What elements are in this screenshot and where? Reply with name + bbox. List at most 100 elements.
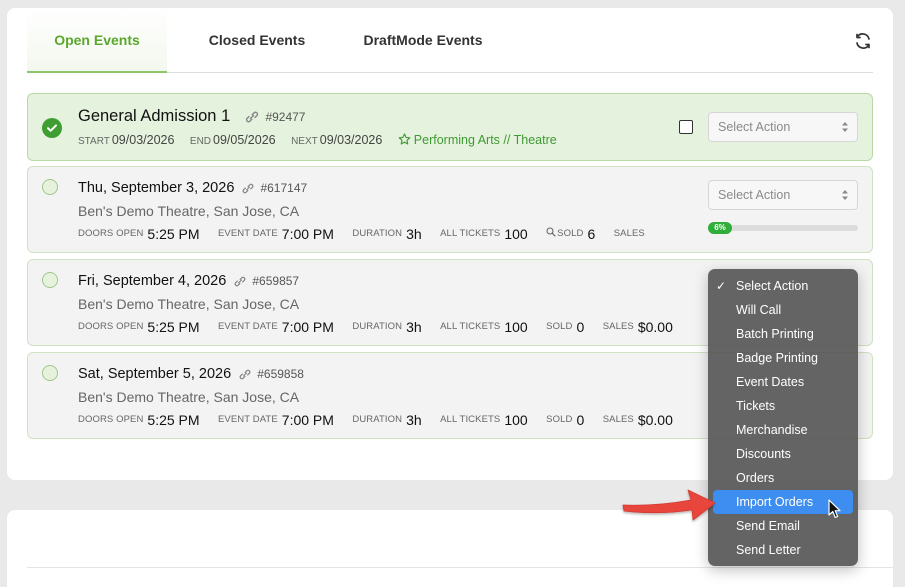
sales-label: SALES [602, 321, 634, 332]
event-date-title[interactable]: Fri, September 4, 2026 [78, 273, 226, 289]
event-title: Thu, September 3, 2026 #617147 [78, 180, 307, 196]
tab-draftmode-events[interactable]: DraftMode Events [347, 8, 499, 73]
event-row[interactable]: Thu, September 3, 2026 #617147 Ben's Dem… [27, 166, 873, 253]
menu-item-merchandise[interactable]: Merchandise [713, 418, 853, 442]
menu-item-will-call[interactable]: Will Call [713, 298, 853, 322]
event-select-radio[interactable] [42, 365, 58, 381]
duration-label: DURATION [352, 228, 403, 239]
duration-value: 3h [406, 226, 422, 242]
sales-label: SALES [602, 414, 634, 425]
tab-closed-events[interactable]: Closed Events [187, 8, 327, 73]
event-stats: DOORS OPEN 5:25 PM EVENT DATE 7:00 PM DURA… [78, 319, 687, 337]
event-venue: Ben's Demo Theatre, San Jose, CA [78, 203, 300, 219]
duration-value: 3h [406, 412, 422, 428]
sold-label: SOLD [546, 321, 573, 332]
doors-open-value: 5:25 PM [147, 319, 200, 335]
sales-progress-bar: 6% [708, 222, 858, 234]
sold-value: 0 [576, 412, 585, 428]
event-group-header: General Admission 1 #92477 START 09/03/20… [27, 93, 873, 161]
event-date-label: EVENT DATE [218, 414, 278, 425]
sales-value: $0.00 [637, 412, 673, 428]
menu-item-batch-printing[interactable]: Batch Printing [713, 322, 853, 346]
event-date-title[interactable]: Thu, September 3, 2026 [78, 180, 234, 196]
event-category: Performing Arts // Theatre [398, 133, 557, 147]
menu-item-discounts[interactable]: Discounts [713, 442, 853, 466]
event-date-label: EVENT DATE [218, 321, 278, 332]
event-group-name[interactable]: General Admission 1 [78, 107, 230, 125]
link-icon[interactable] [240, 182, 256, 195]
event-category-label: Performing Arts // Theatre [413, 133, 557, 147]
group-action-select[interactable]: Select Action [708, 112, 858, 142]
divider [27, 567, 893, 568]
mouse-cursor-icon [828, 499, 841, 519]
event-select-radio[interactable] [42, 179, 58, 195]
all-tickets-label: ALL TICKETS [440, 414, 501, 425]
doors-open-label: DOORS OPEN [78, 228, 144, 239]
event-date-value: 7:00 PM [281, 319, 334, 335]
all-tickets-value: 100 [504, 319, 528, 335]
event-id: #659857 [252, 274, 300, 288]
sold-label: SOLD [557, 228, 584, 239]
event-group-dates: START 09/03/2026 END 09/05/2026 NEXT 09/03/… [78, 133, 557, 147]
doors-open-value: 5:25 PM [147, 226, 200, 242]
start-label: START [78, 136, 110, 147]
menu-item-tickets[interactable]: Tickets [713, 394, 853, 418]
star-icon [398, 133, 411, 145]
link-icon[interactable] [243, 110, 261, 124]
all-tickets-label: ALL TICKETS [440, 228, 501, 239]
start-date: 09/03/2026 [111, 133, 175, 147]
event-venue: Ben's Demo Theatre, San Jose, CA [78, 389, 300, 405]
doors-open-label: DOORS OPEN [78, 414, 144, 425]
end-label: END [189, 136, 212, 147]
select-arrows-icon [842, 190, 848, 200]
duration-label: DURATION [352, 321, 403, 332]
duration-label: DURATION [352, 414, 403, 425]
menu-item-select-action[interactable]: Select Action [713, 274, 853, 298]
checkmark-circle-icon [42, 118, 62, 138]
event-tabs: Open Events Closed Events DraftMode Even… [27, 8, 873, 73]
event-id: #659858 [257, 367, 304, 381]
all-tickets-value: 100 [504, 226, 528, 242]
select-group-checkbox[interactable] [679, 120, 693, 134]
event-date-label: EVENT DATE [218, 228, 278, 239]
event-date-title[interactable]: Sat, September 5, 2026 [78, 366, 231, 382]
event-group-title: General Admission 1 #92477 [78, 107, 305, 126]
event-group-id: #92477 [265, 110, 306, 124]
refresh-icon[interactable] [853, 31, 873, 51]
search-icon[interactable] [546, 227, 556, 237]
select-arrows-icon [842, 122, 848, 132]
sold-value: 6 [587, 226, 596, 242]
end-date: 09/05/2026 [213, 133, 276, 147]
sold-value: 0 [576, 319, 585, 335]
event-date-value: 7:00 PM [281, 412, 334, 428]
link-icon[interactable] [232, 275, 248, 288]
doors-open-label: DOORS OPEN [78, 321, 144, 332]
event-select-radio[interactable] [42, 272, 58, 288]
event-title: Sat, September 5, 2026 #659858 [78, 366, 304, 382]
event-venue: Ben's Demo Theatre, San Jose, CA [78, 296, 300, 312]
tab-open-events[interactable]: Open Events [27, 8, 167, 73]
event-title: Fri, September 4, 2026 #659857 [78, 273, 299, 289]
sold-label: SOLD [546, 414, 573, 425]
event-stats: DOORS OPEN 5:25 PM EVENT DATE 7:00 PM DURA… [78, 226, 663, 244]
event-date-value: 7:00 PM [281, 226, 334, 242]
event-id: #617147 [260, 181, 308, 195]
menu-item-send-letter[interactable]: Send Letter [713, 538, 853, 562]
menu-item-badge-printing[interactable]: Badge Printing [713, 346, 853, 370]
action-dropdown-menu[interactable]: Select Action Will Call Batch Printing B… [708, 269, 858, 566]
next-label: NEXT [291, 136, 318, 147]
event-action-select[interactable]: Select Action [708, 180, 858, 210]
menu-item-event-dates[interactable]: Event Dates [713, 370, 853, 394]
next-date: 09/03/2026 [319, 133, 383, 147]
event-action-select-value: Select Action [718, 188, 791, 202]
duration-value: 3h [406, 319, 422, 335]
menu-item-orders[interactable]: Orders [713, 466, 853, 490]
group-action-select-value: Select Action [718, 120, 791, 134]
event-stats: DOORS OPEN 5:25 PM EVENT DATE 7:00 PM DURA… [78, 412, 687, 430]
all-tickets-value: 100 [504, 412, 528, 428]
link-icon[interactable] [237, 368, 253, 381]
annotation-arrow-icon [622, 489, 716, 521]
sales-value: $0.00 [637, 319, 673, 335]
sales-label: SALES [613, 228, 645, 239]
sales-progress-fill: 6% [708, 222, 732, 234]
